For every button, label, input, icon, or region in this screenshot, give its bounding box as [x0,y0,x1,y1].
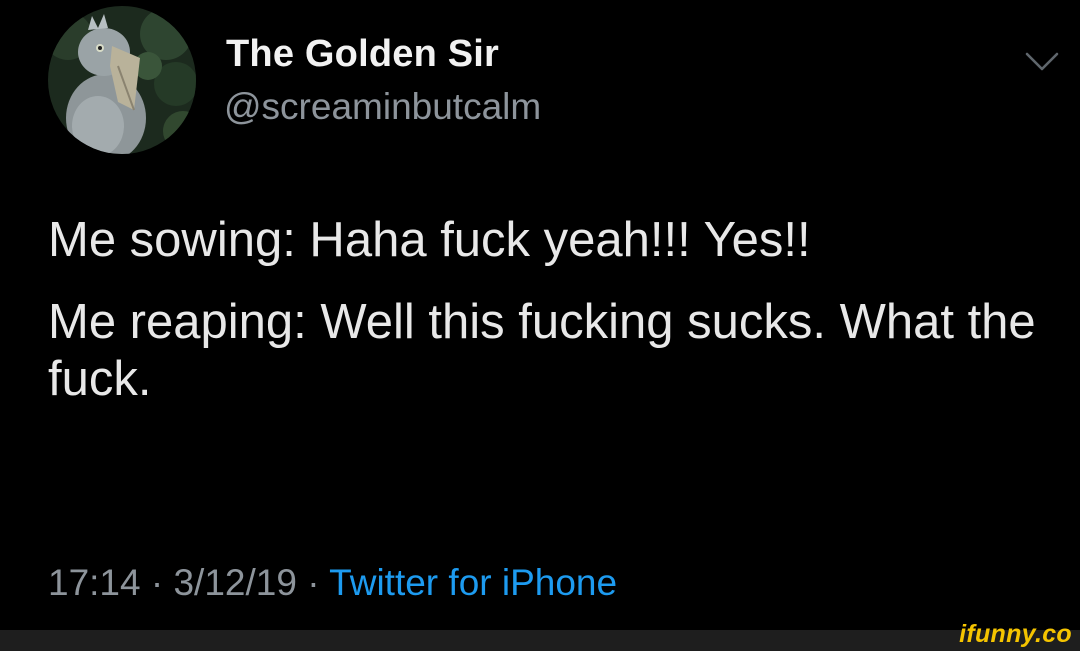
tweet-source-link[interactable]: Twitter for iPhone [329,562,617,603]
chevron-down-icon[interactable] [1024,48,1060,76]
tweet-meta: 17:14 · 3/12/19 · Twitter for iPhone [48,562,617,604]
tweet-card: The Golden Sir @screaminbutcalm Me sowin… [0,0,1080,630]
tweet-text: Me sowing: Haha fuck yeah!!! Yes!! Me re… [48,212,1058,408]
ifunny-watermark: ifunny.co [959,620,1072,648]
meta-separator: · [150,562,164,603]
display-name[interactable]: The Golden Sir [226,33,499,76]
avatar-image [48,6,196,154]
tweet-line: Me sowing: Haha fuck yeah!!! Yes!! [48,213,811,267]
tweet-line: Me reaping: Well this fucking sucks. Wha… [48,295,1036,406]
meta-separator: · [307,562,320,603]
user-handle[interactable]: @screaminbutcalm [224,86,541,128]
footer-bar [0,630,1080,651]
tweet-time[interactable]: 17:14 [48,562,141,603]
avatar[interactable] [48,6,196,154]
tweet-date[interactable]: 3/12/19 [173,562,296,603]
